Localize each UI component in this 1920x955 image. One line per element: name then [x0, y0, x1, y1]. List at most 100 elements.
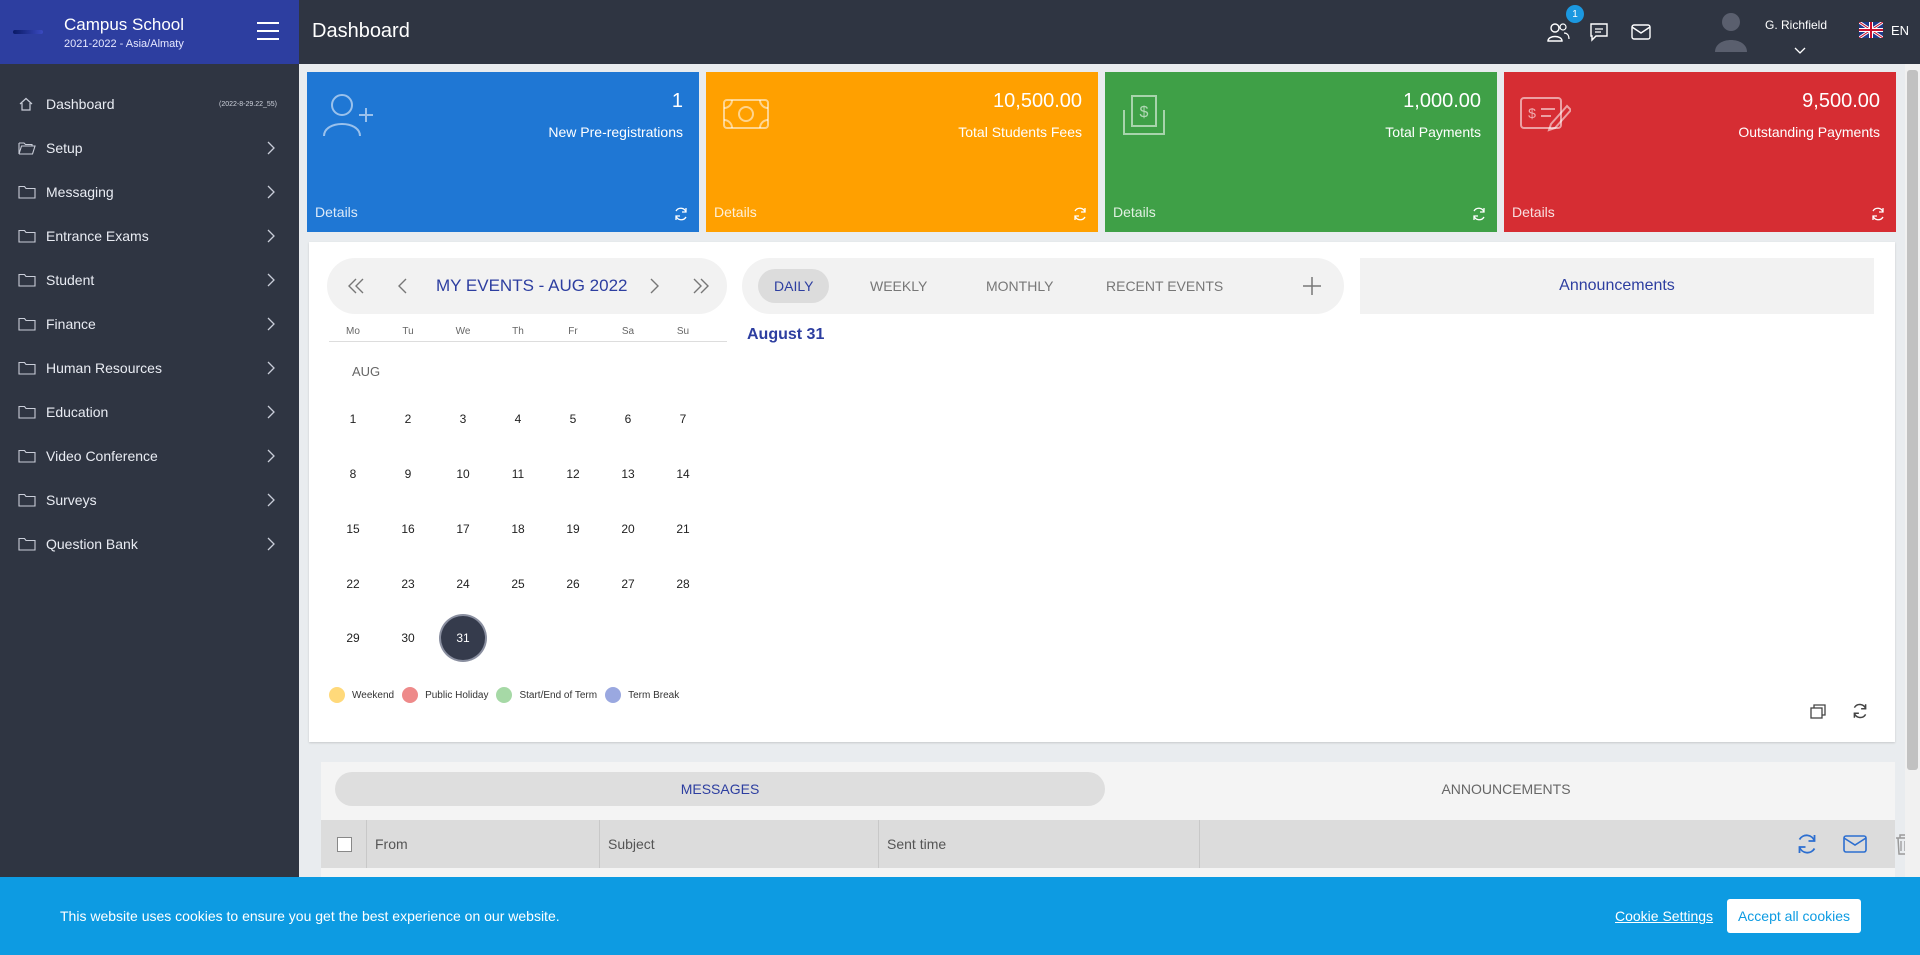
svg-text:$: $	[1528, 105, 1536, 121]
folder-icon	[18, 448, 38, 464]
details-link[interactable]: Details	[1113, 204, 1156, 220]
column-header-sent-time[interactable]: Sent time	[879, 820, 1200, 868]
avatar[interactable]	[1711, 10, 1751, 54]
column-header-subject[interactable]: Subject	[600, 820, 879, 868]
copy-icon[interactable]	[1809, 702, 1827, 720]
calendar-day[interactable]: 8	[333, 464, 373, 484]
calendar-day[interactable]: 22	[333, 574, 373, 594]
sidebar-item-education[interactable]: Education	[0, 390, 299, 434]
calendar-day[interactable]: 4	[498, 409, 538, 429]
details-link[interactable]: Details	[315, 204, 358, 220]
home-icon	[18, 96, 38, 112]
calendar-day[interactable]: 6	[608, 409, 648, 429]
sidebar-item-question-bank[interactable]: Question Bank	[0, 522, 299, 566]
sidebar-item-messaging[interactable]: Messaging	[0, 170, 299, 214]
calendar-day[interactable]: 19	[553, 519, 593, 539]
stat-card-pre-registrations[interactable]: 1 New Pre-registrations Details	[307, 72, 699, 232]
sidebar-item-human-resources[interactable]: Human Resources	[0, 346, 299, 390]
double-chevron-right-icon[interactable]	[692, 277, 710, 295]
calendar-day[interactable]: 5	[553, 409, 593, 429]
tab-recent-events[interactable]: RECENT EVENTS	[1090, 269, 1239, 303]
sidebar-item-entrance-exams[interactable]: Entrance Exams	[0, 214, 299, 258]
calendar-day[interactable]: 20	[608, 519, 648, 539]
sidebar-item-student[interactable]: Student	[0, 258, 299, 302]
sidebar-nav: Dashboard (2022-8-29.22_55) Setup Messag…	[0, 82, 299, 566]
details-link[interactable]: Details	[714, 204, 757, 220]
chevron-left-icon[interactable]	[394, 277, 412, 295]
sidebar-item-surveys[interactable]: Surveys	[0, 478, 299, 522]
chevron-right-icon	[265, 403, 277, 421]
calendar-day[interactable]: 18	[498, 519, 538, 539]
calendar-day-selected[interactable]: 31	[441, 616, 485, 660]
sidebar-item-label: Entrance Exams	[46, 228, 149, 244]
tab-announcements[interactable]: ANNOUNCEMENTS	[1121, 772, 1891, 806]
calendar-day[interactable]: 25	[498, 574, 538, 594]
calendar-day[interactable]: 7	[663, 409, 703, 429]
chat-icon[interactable]	[1585, 18, 1613, 46]
calendar-day[interactable]: 10	[443, 464, 483, 484]
calendar-day[interactable]: 21	[663, 519, 703, 539]
calendar-day[interactable]: 29	[333, 628, 373, 648]
select-all-checkbox[interactable]	[337, 837, 352, 852]
stat-card-total-fees[interactable]: 10,500.00 Total Students Fees Details	[706, 72, 1098, 232]
calendar-day[interactable]: 14	[663, 464, 703, 484]
legend-item: Term Break	[605, 687, 679, 703]
selected-day-title: August 31	[747, 326, 825, 343]
select-all-cell	[321, 820, 367, 868]
refresh-icon[interactable]	[1870, 206, 1886, 222]
tab-monthly[interactable]: MONTHLY	[970, 269, 1069, 303]
users-icon[interactable]: 1	[1544, 5, 1584, 46]
calendar-day[interactable]: 3	[443, 409, 483, 429]
calendar-day[interactable]: 23	[388, 574, 428, 594]
chevron-down-icon[interactable]	[1794, 42, 1806, 54]
mail-icon[interactable]	[1842, 832, 1868, 856]
stat-card-outstanding-payments[interactable]: $ 9,500.00 Outstanding Payments Details	[1504, 72, 1896, 232]
calendar-day[interactable]: 15	[333, 519, 373, 539]
calendar-day[interactable]: 17	[443, 519, 483, 539]
stat-label: Total Students Fees	[958, 124, 1082, 140]
scrollbar-thumb[interactable]	[1907, 70, 1918, 770]
double-chevron-left-icon[interactable]	[347, 277, 365, 295]
calendar-day[interactable]: 30	[388, 628, 428, 648]
calendar-day[interactable]: 2	[388, 409, 428, 429]
user-plus-icon	[322, 92, 374, 138]
stat-value: 1,000.00	[1403, 90, 1481, 112]
tab-messages[interactable]: MESSAGES	[335, 772, 1105, 806]
calendar-day[interactable]: 1	[333, 409, 373, 429]
payment-icon: $	[1120, 92, 1172, 138]
sidebar-item-finance[interactable]: Finance	[0, 302, 299, 346]
calendar-day[interactable]: 13	[608, 464, 648, 484]
stat-card-total-payments[interactable]: $ 1,000.00 Total Payments Details	[1105, 72, 1497, 232]
calendar-day[interactable]: 27	[608, 574, 648, 594]
mail-icon[interactable]	[1627, 18, 1655, 46]
tab-weekly[interactable]: WEEKLY	[854, 269, 943, 303]
column-header-from[interactable]: From	[367, 820, 600, 868]
accept-cookies-button[interactable]: Accept all cookies	[1727, 899, 1861, 933]
refresh-icon[interactable]	[1794, 832, 1820, 856]
calendar-day[interactable]: 28	[663, 574, 703, 594]
refresh-icon[interactable]	[673, 206, 689, 222]
menu-toggle-icon[interactable]	[257, 22, 279, 40]
language-selector[interactable]: EN	[1858, 20, 1909, 40]
user-name[interactable]: G. Richfield	[1765, 18, 1827, 32]
month-label: AUG	[352, 364, 381, 379]
calendar-day[interactable]: 26	[553, 574, 593, 594]
details-link[interactable]: Details	[1512, 204, 1555, 220]
cookie-settings-link[interactable]: Cookie Settings	[1615, 908, 1713, 924]
calendar-day[interactable]: 12	[553, 464, 593, 484]
chevron-right-icon[interactable]	[645, 277, 663, 295]
announcements-header[interactable]: Announcements	[1360, 258, 1874, 314]
calendar-day[interactable]: 16	[388, 519, 428, 539]
add-event-icon[interactable]	[1302, 276, 1322, 296]
school-logo	[10, 26, 46, 38]
sidebar-item-dashboard[interactable]: Dashboard (2022-8-29.22_55)	[0, 82, 299, 126]
calendar-day[interactable]: 9	[388, 464, 428, 484]
refresh-icon[interactable]	[1471, 206, 1487, 222]
refresh-icon[interactable]	[1072, 206, 1088, 222]
sidebar-item-setup[interactable]: Setup	[0, 126, 299, 170]
calendar-day[interactable]: 24	[443, 574, 483, 594]
tab-daily[interactable]: DAILY	[758, 269, 830, 303]
calendar-day[interactable]: 11	[498, 464, 538, 484]
sidebar-item-video-conference[interactable]: Video Conference	[0, 434, 299, 478]
refresh-icon[interactable]	[1851, 702, 1869, 720]
